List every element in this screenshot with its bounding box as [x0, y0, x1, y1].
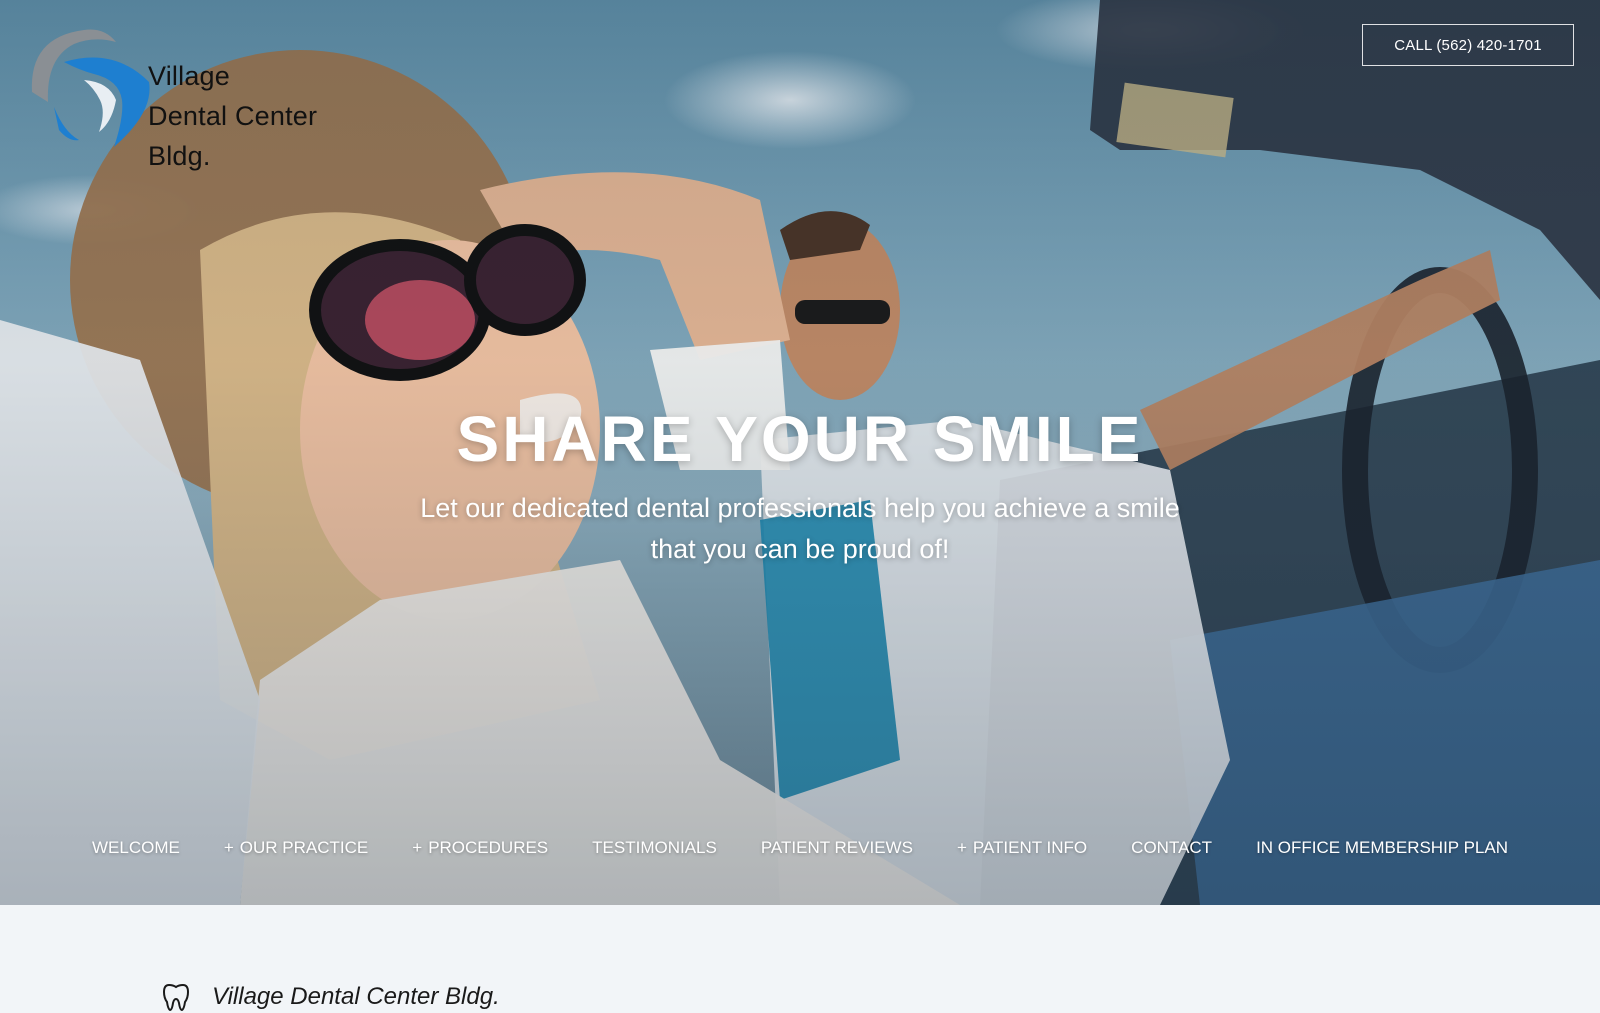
- expand-plus-icon: +: [956, 838, 967, 857]
- tooth-icon: [162, 983, 190, 1012]
- nav-item-procedures[interactable]: + PROCEDURES: [390, 838, 570, 858]
- expand-plus-icon: +: [223, 838, 234, 857]
- intro-section: Village Dental Center Bldg.: [0, 905, 1600, 1012]
- tooth-swoosh-logo-icon: [31, 29, 150, 147]
- logo-line-3: Bldg.: [148, 141, 211, 171]
- site-logo[interactable]: Village Dental Center Bldg.: [24, 22, 344, 172]
- section-heading: Village Dental Center Bldg.: [160, 981, 500, 1013]
- nav-item-our-practice[interactable]: + OUR PRACTICE: [202, 838, 390, 858]
- nav-item-label: CONTACT: [1131, 838, 1213, 857]
- main-nav: WELCOME + OUR PRACTICE + PROCEDURES TEST…: [0, 828, 1600, 868]
- hero-headline: SHARE YOUR SMILE: [456, 403, 1144, 475]
- call-phone-button[interactable]: CALL (562) 420-1701: [1362, 24, 1574, 66]
- nav-item-label: PATIENT REVIEWS: [760, 838, 913, 857]
- nav-item-label: PROCEDURES: [428, 838, 549, 857]
- hero-banner: Village Dental Center Bldg. CALL (562) 4…: [0, 0, 1600, 905]
- logo-line-1: Village: [148, 61, 230, 91]
- section-title: Village Dental Center Bldg.: [212, 983, 500, 1010]
- nav-item-patient-reviews[interactable]: PATIENT REVIEWS: [739, 838, 935, 858]
- nav-item-label: IN OFFICE MEMBERSHIP PLAN: [1256, 838, 1508, 857]
- nav-item-contact[interactable]: CONTACT: [1109, 838, 1234, 858]
- nav-item-patient-info[interactable]: + PATIENT INFO: [935, 838, 1109, 858]
- nav-item-label: WELCOME: [92, 838, 180, 857]
- nav-item-membership-plan[interactable]: IN OFFICE MEMBERSHIP PLAN: [1234, 838, 1530, 858]
- hero-subheadline: Let our dedicated dental professionals h…: [420, 493, 1180, 564]
- nav-item-label: OUR PRACTICE: [239, 838, 369, 857]
- logo-line-2: Dental Center: [148, 101, 318, 131]
- logo-text: Village Dental Center Bldg.: [148, 56, 317, 176]
- nav-item-welcome[interactable]: WELCOME: [70, 838, 202, 858]
- nav-item-label: PATIENT INFO: [972, 838, 1088, 857]
- nav-item-testimonials[interactable]: TESTIMONIALS: [570, 838, 739, 858]
- nav-item-label: TESTIMONIALS: [592, 838, 717, 857]
- expand-plus-icon: +: [412, 838, 423, 857]
